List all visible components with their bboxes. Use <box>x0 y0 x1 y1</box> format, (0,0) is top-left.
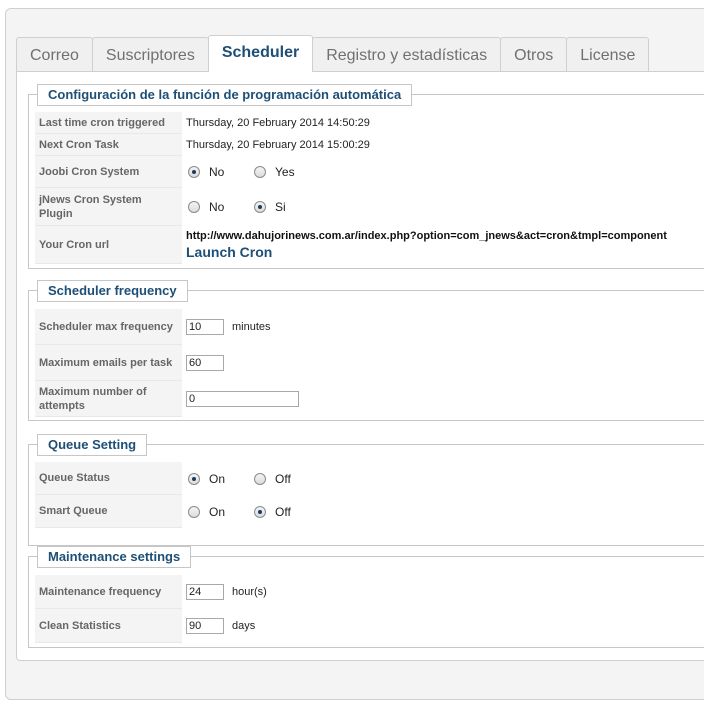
jnews-si-radio[interactable] <box>254 201 266 213</box>
joobi-no-radio[interactable] <box>188 166 200 178</box>
jnews-no-radio[interactable] <box>188 201 200 213</box>
tab-registro[interactable]: Registro y estadísticas <box>312 37 502 72</box>
next-cron-row: Next Cron Task Thursday, 20 February 201… <box>35 134 704 156</box>
queue-off-option: Off <box>252 472 318 486</box>
queue-status-row: Queue Status On Off <box>35 462 704 495</box>
clean-stats-value: 90 days <box>186 609 704 643</box>
queue-fieldset: Queue Setting Queue Status On Off Smart … <box>28 434 704 546</box>
max-attempts-input[interactable]: 0 <box>186 391 299 407</box>
tab-scheduler[interactable]: Scheduler <box>207 35 314 72</box>
maint-freq-value: 24 hour(s) <box>186 575 704 609</box>
frequency-legend: Scheduler frequency <box>37 280 188 302</box>
smart-on-label: On <box>209 504 226 519</box>
max-freq-unit: minutes <box>232 321 271 333</box>
joobi-yes-radio[interactable] <box>254 166 266 178</box>
max-emails-label: Maximum emails per task <box>35 345 182 381</box>
maintenance-fieldset: Maintenance settings Maintenance frequen… <box>28 546 704 648</box>
jnews-cron-label: jNews Cron System Plugin <box>35 188 182 226</box>
jnews-si-label: Si <box>275 200 286 214</box>
smart-queue-options: On Off <box>186 495 704 528</box>
tab-bar: Correo Suscriptores Scheduler Registro y… <box>16 35 650 72</box>
tab-otros[interactable]: Otros <box>500 37 568 72</box>
max-freq-row: Scheduler max frequency 10 minutes <box>35 309 704 345</box>
jnews-cron-options: No Si <box>186 188 704 226</box>
clean-stats-input[interactable]: 90 <box>186 618 224 634</box>
joobi-cron-label: Joobi Cron System <box>35 156 182 188</box>
maintenance-legend: Maintenance settings <box>37 546 192 568</box>
jnews-no-label: No <box>209 200 225 214</box>
smart-queue-label: Smart Queue <box>35 495 182 528</box>
jnews-no-option: No <box>186 200 252 214</box>
jnews-cron-row: jNews Cron System Plugin No Si <box>35 188 704 226</box>
maint-freq-input[interactable]: 24 <box>186 584 224 600</box>
clean-stats-unit: days <box>232 620 256 632</box>
next-cron-label: Next Cron Task <box>35 134 182 156</box>
tab-license[interactable]: License <box>566 37 650 72</box>
queue-on-label: On <box>209 471 226 486</box>
max-emails-value: 60 <box>186 345 704 381</box>
joobi-no-label: No <box>209 165 225 179</box>
smart-off-radio[interactable] <box>254 505 266 518</box>
maint-freq-label: Maintenance frequency <box>35 575 182 609</box>
smart-off-option: Off <box>252 505 318 519</box>
joobi-no-option: No <box>186 165 252 179</box>
clean-stats-row: Clean Statistics 90 days <box>35 609 704 643</box>
max-freq-label: Scheduler max frequency <box>35 309 182 345</box>
cron-url-row: Your Cron url http://www.dahujorinews.co… <box>35 226 704 264</box>
joobi-cron-row: Joobi Cron System No Yes <box>35 156 704 188</box>
tab-correo[interactable]: Correo <box>16 37 93 72</box>
frequency-fieldset: Scheduler frequency Scheduler max freque… <box>28 280 704 421</box>
queue-off-radio[interactable] <box>254 472 266 485</box>
smart-on-option: On <box>186 505 252 519</box>
queue-status-label: Queue Status <box>35 462 182 495</box>
maint-freq-row: Maintenance frequency 24 hour(s) <box>35 575 704 609</box>
clean-stats-label: Clean Statistics <box>35 609 182 643</box>
smart-on-radio[interactable] <box>188 505 200 518</box>
max-attempts-row: Maximum number of attempts 0 <box>35 381 704 417</box>
max-emails-row: Maximum emails per task 60 <box>35 345 704 381</box>
cron-url-label: Your Cron url <box>35 226 182 264</box>
last-cron-label: Last time cron triggered <box>35 112 182 134</box>
cron-url-value: http://www.dahujorinews.com.ar/index.php… <box>186 226 704 264</box>
max-attempts-value: 0 <box>186 381 704 417</box>
joobi-yes-label: Yes <box>275 165 295 179</box>
smart-off-label: Off <box>275 504 291 519</box>
max-emails-input[interactable]: 60 <box>186 355 224 371</box>
auto-config-fieldset: Configuración de la función de programac… <box>28 84 704 269</box>
jnews-si-option: Si <box>252 200 318 214</box>
cron-url-text: http://www.dahujorinews.com.ar/index.php… <box>186 230 667 242</box>
scheduler-panel: Configuración de la función de programac… <box>16 71 704 661</box>
auto-config-legend: Configuración de la función de programac… <box>37 84 413 106</box>
launch-cron-link[interactable]: Launch Cron <box>186 244 272 260</box>
joobi-yes-option: Yes <box>252 165 318 179</box>
last-cron-row: Last time cron triggered Thursday, 20 Fe… <box>35 112 704 134</box>
maint-freq-unit: hour(s) <box>232 586 267 598</box>
max-attempts-label: Maximum number of attempts <box>35 381 182 417</box>
joobi-cron-options: No Yes <box>186 156 704 188</box>
next-cron-value: Thursday, 20 February 2014 15:00:29 <box>186 139 370 151</box>
queue-on-radio[interactable] <box>188 472 200 485</box>
smart-queue-row: Smart Queue On Off <box>35 495 704 528</box>
last-cron-value: Thursday, 20 February 2014 14:50:29 <box>186 117 370 129</box>
max-freq-value: 10 minutes <box>186 309 704 345</box>
queue-off-label: Off <box>275 471 291 486</box>
queue-legend: Queue Setting <box>37 434 148 456</box>
tab-suscriptores[interactable]: Suscriptores <box>91 37 209 72</box>
max-freq-input[interactable]: 10 <box>186 319 224 335</box>
queue-status-options: On Off <box>186 462 704 495</box>
queue-on-option: On <box>186 472 252 486</box>
